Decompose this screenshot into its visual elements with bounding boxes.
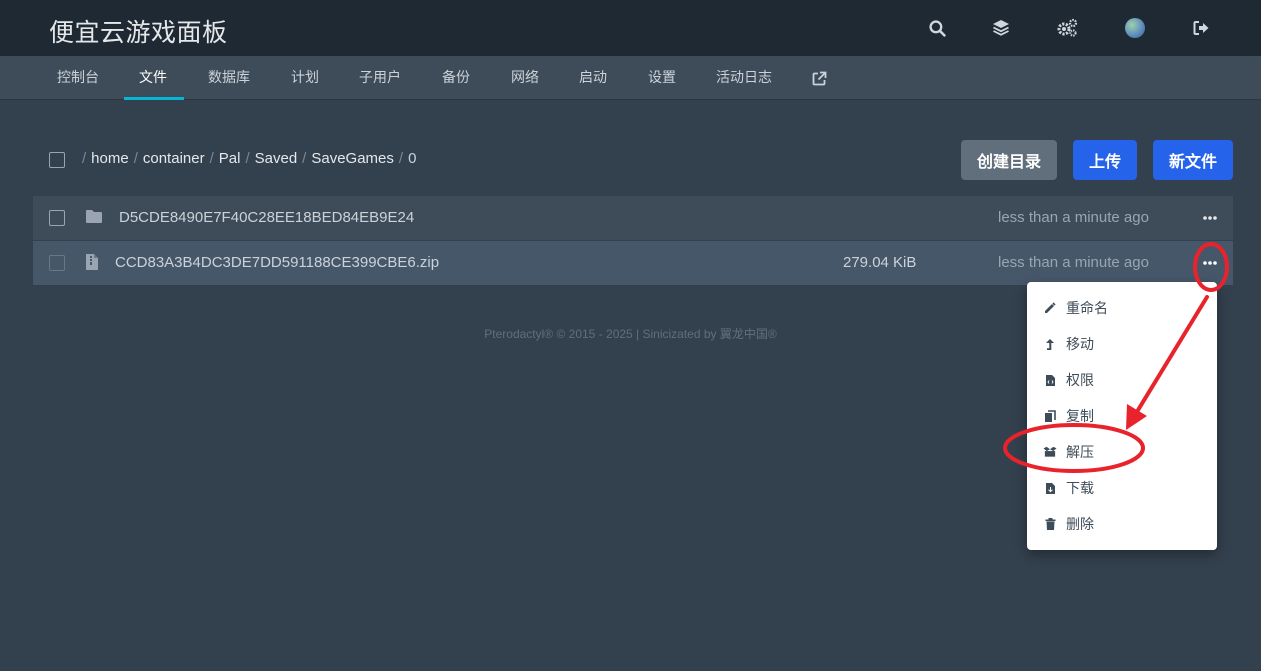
layers-icon[interactable]: [989, 16, 1013, 40]
menu-item-label: 解压: [1066, 445, 1094, 461]
new-file-button[interactable]: 新文件: [1153, 140, 1233, 180]
file-name[interactable]: D5CDE8490E7F40C28EE18BED84EB9E24: [119, 209, 414, 226]
tab-network[interactable]: 网络: [511, 56, 539, 100]
tab-settings[interactable]: 设置: [648, 56, 676, 100]
avatar: [1125, 18, 1145, 38]
level-up-icon: [1043, 337, 1057, 351]
file-select-checkbox[interactable]: [49, 255, 65, 271]
folder-icon: [85, 209, 103, 229]
menu-item-move[interactable]: 移动: [1043, 334, 1094, 354]
file-modified: less than a minute ago: [998, 209, 1149, 226]
user-avatar[interactable]: [1123, 16, 1147, 40]
menu-item-permissions[interactable]: 权限: [1043, 370, 1094, 390]
breadcrumb-separator: /: [133, 150, 138, 167]
file-code-icon: [1043, 373, 1057, 387]
sign-out-icon[interactable]: [1189, 16, 1213, 40]
breadcrumb-pal[interactable]: Pal: [219, 150, 241, 167]
cogs-icon[interactable]: [1055, 16, 1079, 40]
more-options-icon[interactable]: [1198, 208, 1222, 228]
breadcrumb-home[interactable]: home: [91, 150, 129, 167]
breadcrumb-saved[interactable]: Saved: [255, 150, 298, 167]
tab-activity-log[interactable]: 活动日志: [716, 56, 772, 100]
menu-item-label: 下载: [1066, 481, 1094, 497]
menu-item-label: 删除: [1066, 517, 1094, 533]
trash-icon: [1043, 517, 1057, 531]
menu-item-unarchive[interactable]: 解压: [1043, 442, 1094, 462]
breadcrumb-separator: /: [245, 150, 250, 167]
file-download-icon: [1043, 481, 1057, 495]
breadcrumb-separator: /: [82, 150, 87, 167]
file-modified: less than a minute ago: [998, 254, 1149, 271]
menu-item-delete[interactable]: 删除: [1043, 514, 1094, 534]
tab-files[interactable]: 文件: [139, 56, 167, 100]
menu-item-label: 重命名: [1066, 301, 1108, 317]
box-open-icon: [1043, 445, 1057, 459]
tab-startup[interactable]: 启动: [579, 56, 607, 100]
search-icon[interactable]: [925, 16, 949, 40]
file-name[interactable]: CCD83A3B4DC3DE7DD591188CE399CBE6.zip: [115, 254, 439, 271]
file-row[interactable]: D5CDE8490E7F40C28EE18BED84EB9E24 less th…: [33, 196, 1233, 240]
select-all-checkbox[interactable]: [49, 152, 65, 168]
menu-item-label: 移动: [1066, 337, 1094, 353]
file-size: 279.04 KiB: [843, 254, 917, 271]
menu-item-copy[interactable]: 复制: [1043, 406, 1094, 426]
file-select-checkbox[interactable]: [49, 210, 65, 226]
upload-button[interactable]: 上传: [1073, 140, 1137, 180]
tab-subusers[interactable]: 子用户: [359, 56, 401, 100]
copy-icon: [1043, 409, 1057, 423]
breadcrumb: / home / container / Pal / Saved / SaveGames/0: [82, 150, 416, 167]
breadcrumb-current: 0: [408, 150, 417, 167]
breadcrumb-separator: /: [209, 150, 214, 167]
breadcrumb-savegames[interactable]: SaveGames: [311, 150, 394, 167]
tab-console[interactable]: 控制台: [57, 56, 99, 100]
external-link-icon[interactable]: [812, 71, 827, 86]
file-archive-icon: [85, 253, 99, 276]
server-subnavigation: 控制台 文件 数据库 计划 子用户 备份 网络 启动 设置 活动日志: [0, 56, 1261, 100]
active-tab-indicator: [124, 97, 184, 100]
breadcrumb-separator: /: [302, 150, 307, 167]
top-navigation-bar: 便宜云游戏面板: [0, 0, 1261, 56]
app-title[interactable]: 便宜云游戏面板: [49, 13, 228, 49]
menu-item-rename[interactable]: 重命名: [1043, 298, 1108, 318]
pencil-icon: [1043, 301, 1057, 315]
tab-databases[interactable]: 数据库: [208, 56, 250, 100]
menu-item-download[interactable]: 下载: [1043, 478, 1094, 498]
breadcrumb-container[interactable]: container: [143, 150, 205, 167]
create-directory-button[interactable]: 创建目录: [961, 140, 1057, 180]
menu-item-label: 权限: [1066, 373, 1094, 389]
tab-schedules[interactable]: 计划: [291, 56, 319, 100]
breadcrumb-separator: /: [398, 150, 404, 167]
menu-item-label: 复制: [1066, 409, 1094, 425]
more-options-icon[interactable]: [1198, 253, 1222, 273]
tab-backups[interactable]: 备份: [442, 56, 470, 100]
file-context-menu: 重命名 移动 权限 复制 解压 下载 删除: [1027, 282, 1217, 550]
file-row[interactable]: CCD83A3B4DC3DE7DD591188CE399CBE6.zip 279…: [33, 241, 1233, 285]
